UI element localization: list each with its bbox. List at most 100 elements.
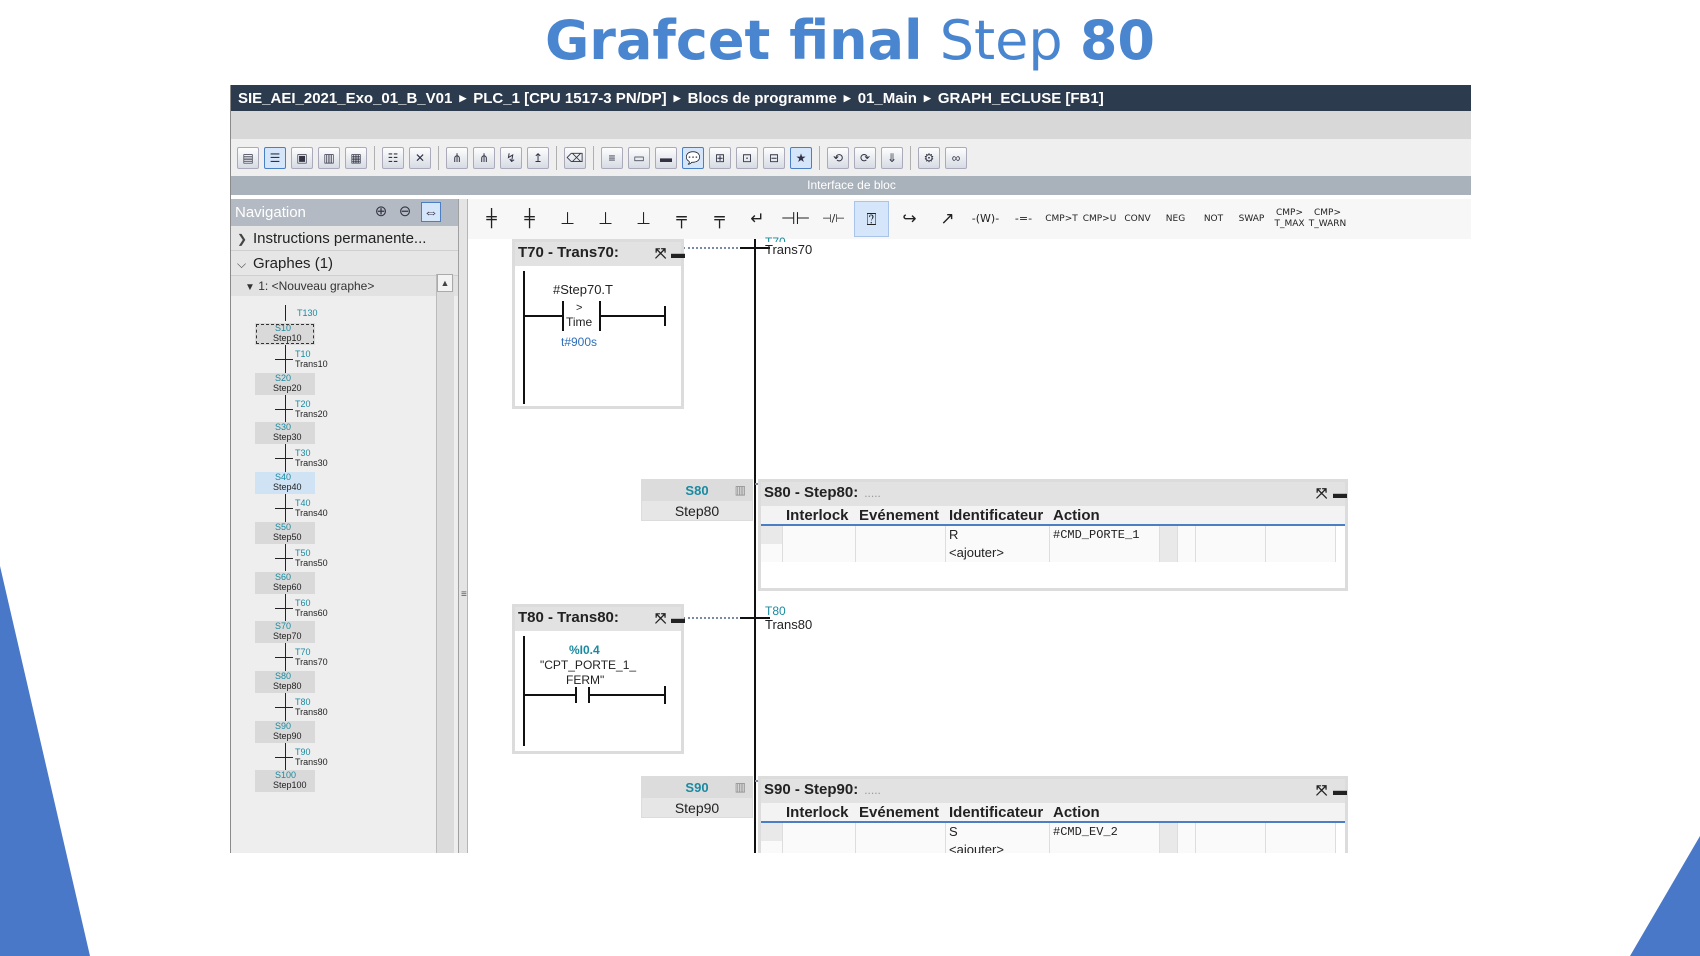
step-s80-action-panel[interactable]: S80 - Step80:..... ⤧ ▬ Interlock Evéneme… xyxy=(758,479,1348,591)
absolute-icon[interactable]: ⊡ xyxy=(736,146,758,169)
step-s80-box[interactable]: S80 ▥ Step80 xyxy=(641,479,753,521)
minimize-icon[interactable]: ▬ xyxy=(1333,779,1347,801)
breadcrumb-item-main[interactable]: 01_Main xyxy=(858,90,917,107)
download-icon[interactable]: ⇓ xyxy=(881,146,903,169)
block-interface-bar[interactable]: Interface de bloc xyxy=(231,176,1471,195)
minimize-icon[interactable]: ▬ xyxy=(1333,482,1347,504)
instruction-tool-icon[interactable]: ╤ xyxy=(702,201,737,237)
instruction-tool-cmp-t-warn[interactable]: CMP> T_WARN xyxy=(1309,201,1347,237)
fit-icon[interactable]: ⇔ xyxy=(421,202,441,222)
nav-permanent-instructions[interactable]: ❯ Instructions permanente... xyxy=(231,226,458,251)
view-icon[interactable]: ▤ xyxy=(237,146,259,169)
monitor-off-icon[interactable]: ⟳ xyxy=(854,146,876,169)
maximize-icon[interactable]: ⤧ xyxy=(1316,482,1327,504)
branch-open-icon[interactable]: ⋔ xyxy=(446,146,468,169)
instruction-tool-icon[interactable]: ╪ xyxy=(512,201,547,237)
action-operand[interactable]: #CMD_PORTE_1 xyxy=(1050,526,1160,544)
sequence-view-icon[interactable]: ☰ xyxy=(264,146,286,169)
instruction-tool-icon[interactable]: ⊥ xyxy=(550,201,585,237)
breadcrumb-item-project[interactable]: SIE_AEI_2021_Exo_01_B_V01 xyxy=(238,90,452,107)
zoom-down-icon[interactable]: ⊞ xyxy=(709,146,731,169)
delete-network-icon[interactable]: ✕ xyxy=(409,146,431,169)
permanent-post-icon[interactable]: ▦ xyxy=(345,146,367,169)
zoom-out-icon[interactable]: ⊖ xyxy=(395,202,415,222)
pane-splitter[interactable]: ≡ xyxy=(459,199,468,853)
instruction-tool-cmp-t-max[interactable]: CMP> T_MAX xyxy=(1272,201,1307,237)
jump-icon[interactable]: ↯ xyxy=(500,146,522,169)
t80-tag-line2[interactable]: FERM" xyxy=(566,673,604,687)
glasses-icon[interactable]: ∞ xyxy=(945,146,967,169)
breadcrumb-item-blocks[interactable]: Blocs de programme xyxy=(688,90,837,107)
transition-t80-label[interactable]: T80 Trans80 xyxy=(765,605,812,632)
favorites-icon[interactable]: ★ xyxy=(790,146,812,169)
end-icon[interactable]: ↥ xyxy=(527,146,549,169)
single-step-icon[interactable]: ▣ xyxy=(291,146,313,169)
add-action[interactable]: <ajouter> xyxy=(946,544,1050,562)
bar-icon[interactable]: ▬ xyxy=(655,146,677,169)
instruction-tool-icon[interactable]: ↵ xyxy=(740,201,775,237)
t70-value[interactable]: t#900s xyxy=(561,335,597,349)
nav-step[interactable]: S90 Step90 xyxy=(255,720,315,743)
action-operand[interactable]: #CMD_EV_2 xyxy=(1050,823,1160,841)
permanent-pre-icon[interactable]: ▥ xyxy=(318,146,340,169)
nav-step[interactable]: S40 Step40 xyxy=(255,472,315,495)
comment-icon[interactable]: 💬 xyxy=(682,146,704,169)
instruction-tool-icon[interactable]: ╪ xyxy=(474,201,509,237)
t80-tag-line1[interactable]: "CPT_PORTE_1_ xyxy=(540,658,636,672)
instruction-tool-swap[interactable]: SWAP xyxy=(1234,201,1269,237)
nav-step[interactable]: S70 Step70 xyxy=(255,621,315,644)
instruction-tool-neg[interactable]: NEG xyxy=(1158,201,1193,237)
t80-address[interactable]: %I0.4 xyxy=(569,643,600,657)
nav-step[interactable]: S10 Step10 xyxy=(255,323,315,345)
action-row[interactable]: R #CMD_PORTE_1 xyxy=(761,526,1345,544)
clear-icon[interactable]: ⌫ xyxy=(564,146,586,169)
scroll-up-icon[interactable]: ▲ xyxy=(437,274,453,292)
zoom-in-icon[interactable]: ⊕ xyxy=(371,202,391,222)
minimize-icon[interactable]: ▬ xyxy=(671,607,685,629)
step-s90-action-panel[interactable]: S90 - Step90:..... ⤧ ▬ Interlock Evéneme… xyxy=(758,776,1348,853)
action-row-add[interactable]: <ajouter> xyxy=(761,544,1345,562)
instruction-tool-not[interactable]: NOT xyxy=(1196,201,1231,237)
instruction-tool-icon[interactable]: ⊥ xyxy=(626,201,661,237)
transition-t80-panel[interactable]: T80 - Trans80: ⤧ ▬ %I0.4 "CPT_PORTE_1_ F… xyxy=(512,604,685,754)
action-row-add[interactable]: <ajouter> xyxy=(761,841,1345,853)
branch-close-icon[interactable]: ⋔ xyxy=(473,146,495,169)
window-icon[interactable]: ▭ xyxy=(628,146,650,169)
instruction-tool-icon[interactable]: -=- xyxy=(1006,201,1041,237)
instruction-tool-icon[interactable]: ╤ xyxy=(664,201,699,237)
monitor-icon[interactable]: ⟲ xyxy=(827,146,849,169)
insert-network-icon[interactable]: ☷ xyxy=(382,146,404,169)
instruction-tool-icon[interactable]: ⊣⊢ xyxy=(778,201,813,237)
instruction-tool-cmp-t[interactable]: CMP>T xyxy=(1044,201,1079,237)
instruction-tool-icon[interactable]: -(W)- xyxy=(968,201,1003,237)
minimize-icon[interactable]: ▬ xyxy=(671,242,685,264)
instruction-tool-icon[interactable]: ⊣/⊢ xyxy=(816,201,851,237)
add-action[interactable]: <ajouter> xyxy=(946,841,1050,853)
breadcrumb-item-block[interactable]: GRAPH_ECLUSE [FB1] xyxy=(938,90,1104,107)
action-identifier[interactable]: R xyxy=(946,526,1050,544)
instruction-tool-icon[interactable]: ⊥ xyxy=(588,201,623,237)
maximize-icon[interactable]: ⤧ xyxy=(1316,779,1327,801)
nav-step[interactable]: S30 Step30 xyxy=(255,422,315,445)
nav-step[interactable]: S50 Step50 xyxy=(255,521,315,544)
instruction-tool-icon[interactable]: ↗ xyxy=(930,201,965,237)
breadcrumb-item-plc[interactable]: PLC_1 [CPU 1517-3 PN/DP] xyxy=(473,90,666,107)
nav-step[interactable]: S60 Step60 xyxy=(255,571,315,594)
instruction-tool-cmp-u[interactable]: CMP>U xyxy=(1082,201,1117,237)
nav-graph-item[interactable]: ▼ 1: <Nouveau graphe> xyxy=(231,276,458,296)
nav-step[interactable]: S80 Step80 xyxy=(255,670,315,693)
settings-icon[interactable]: ⚙ xyxy=(918,146,940,169)
nav-step[interactable]: S20 Step20 xyxy=(255,372,315,395)
maximize-icon[interactable]: ⤧ xyxy=(655,607,666,629)
nav-step[interactable]: S100 Step100 xyxy=(255,770,315,793)
maximize-icon[interactable]: ⤧ xyxy=(655,242,666,264)
symbol-icon[interactable]: ⊟ xyxy=(763,146,785,169)
action-row[interactable]: S #CMD_EV_2 xyxy=(761,823,1345,841)
instruction-tool-icon[interactable]: ⍰ xyxy=(854,201,889,237)
instruction-tool-icon[interactable]: ↪ xyxy=(892,201,927,237)
instruction-tool-conv[interactable]: CONV xyxy=(1120,201,1155,237)
transition-t70-label[interactable]: T70 Trans70 xyxy=(765,236,812,257)
t70-operand[interactable]: #Step70.T xyxy=(553,282,613,297)
step-s90-box[interactable]: S90 ▥ Step90 xyxy=(641,776,753,818)
nav-graphs[interactable]: ⌵ Graphes (1) xyxy=(231,251,458,276)
